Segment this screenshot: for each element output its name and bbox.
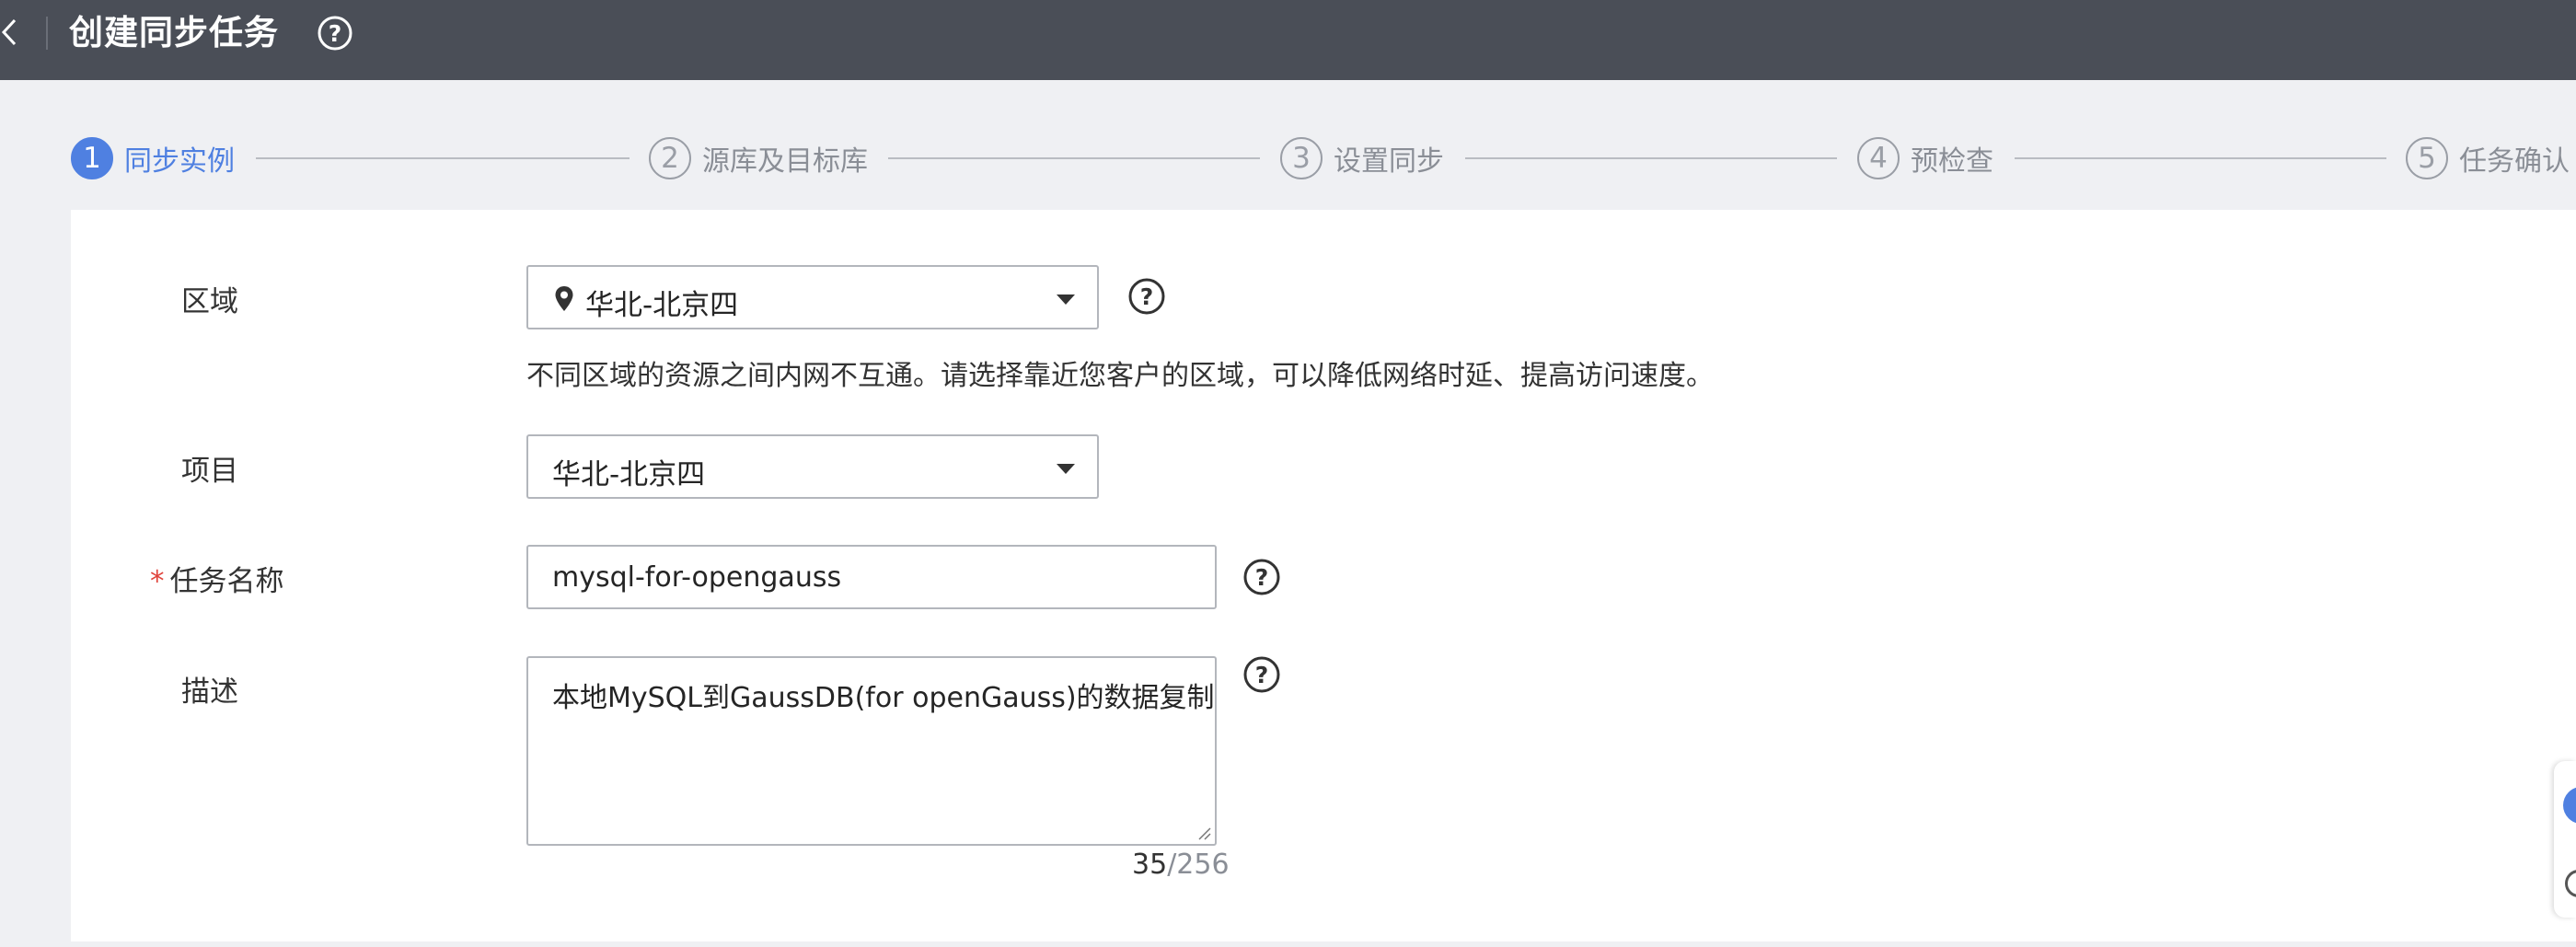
step-connector xyxy=(256,157,630,159)
chevron-down-icon xyxy=(1057,464,1075,474)
description-value: 本地MySQL到GaussDB(for openGauss)的数据复制 xyxy=(552,682,1215,714)
step-connector xyxy=(2015,157,2386,159)
location-pin-icon xyxy=(555,286,573,311)
svg-text:?: ? xyxy=(1140,283,1154,310)
step-number: 1 xyxy=(71,137,113,179)
step-4: 4 预检查 xyxy=(1857,135,1993,181)
task-name-help-icon[interactable]: ? xyxy=(1242,558,1281,596)
svg-text:?: ? xyxy=(1255,564,1269,591)
svg-text:?: ? xyxy=(1255,662,1269,688)
step-number: 4 xyxy=(1857,137,1900,179)
assistant-icon xyxy=(2563,787,2576,824)
step-label: 同步实例 xyxy=(124,145,235,178)
region-hint: 不同区域的资源之间内网不互通。请选择靠近您客户的区域，可以降低网络时延、提高访问… xyxy=(526,360,1714,392)
description-help-icon[interactable]: ? xyxy=(1242,655,1281,694)
feedback-icon xyxy=(2565,870,2576,897)
step-indicator: 1 同步实例 2 源库及目标库 3 设置同步 4 预检查 5 任务确认 xyxy=(0,80,2576,209)
project-value: 华北-北京四 xyxy=(552,458,706,491)
description-textarea[interactable]: 本地MySQL到GaussDB(for openGauss)的数据复制 xyxy=(526,656,1217,846)
step-label: 任务确认 xyxy=(2459,145,2570,178)
page-title: 创建同步任务 xyxy=(69,13,279,52)
step-label: 预检查 xyxy=(1911,145,1993,178)
step-number: 3 xyxy=(1280,137,1323,179)
region-value: 华北-北京四 xyxy=(585,289,739,322)
required-mark: * xyxy=(150,565,165,598)
step-label: 设置同步 xyxy=(1334,145,1444,178)
region-label: 区域 xyxy=(181,285,238,318)
svg-text:?: ? xyxy=(329,20,342,47)
project-select[interactable]: 华北-北京四 xyxy=(526,434,1099,499)
task-name-label: * 任务名称 xyxy=(150,558,284,599)
char-count-max: /256 xyxy=(1167,849,1230,881)
chevron-left-icon xyxy=(1,18,17,46)
back-button[interactable] xyxy=(0,17,20,48)
char-counter: 35/256 xyxy=(1132,849,1230,881)
topbar-divider xyxy=(46,17,48,50)
task-name-value: mysql-for-opengauss xyxy=(552,561,842,594)
region-help-icon[interactable]: ? xyxy=(1127,277,1166,316)
step-connector xyxy=(1465,157,1837,159)
step-2: 2 源库及目标库 xyxy=(649,135,868,181)
step-number: 5 xyxy=(2406,137,2448,179)
region-select[interactable]: 华北-北京四 xyxy=(526,265,1099,329)
form-card: 区域 华北-北京四 ? 不同区域的资源之间内网不互通。请选择靠近您客户的区域，可… xyxy=(71,210,2576,941)
step-1: 1 同步实例 xyxy=(71,135,235,181)
resize-grip-icon[interactable] xyxy=(1196,826,1211,840)
char-count-current: 35 xyxy=(1132,849,1168,881)
step-3: 3 设置同步 xyxy=(1280,135,1444,181)
question-circle-icon: ? xyxy=(318,16,352,51)
step-number: 2 xyxy=(649,137,691,179)
task-name-input[interactable]: mysql-for-opengauss xyxy=(526,545,1217,609)
step-label: 源库及目标库 xyxy=(702,145,868,178)
task-name-label-text: 任务名称 xyxy=(169,565,284,598)
chevron-down-icon xyxy=(1057,294,1075,305)
step-connector xyxy=(888,157,1260,159)
description-label: 描述 xyxy=(181,676,238,709)
project-label: 项目 xyxy=(181,455,238,488)
top-bar: 创建同步任务 ? xyxy=(0,0,2576,80)
step-5: 5 任务确认 xyxy=(2406,135,2570,181)
floating-service-widget[interactable] xyxy=(2554,761,2576,918)
title-help-button[interactable]: ? xyxy=(317,15,353,52)
